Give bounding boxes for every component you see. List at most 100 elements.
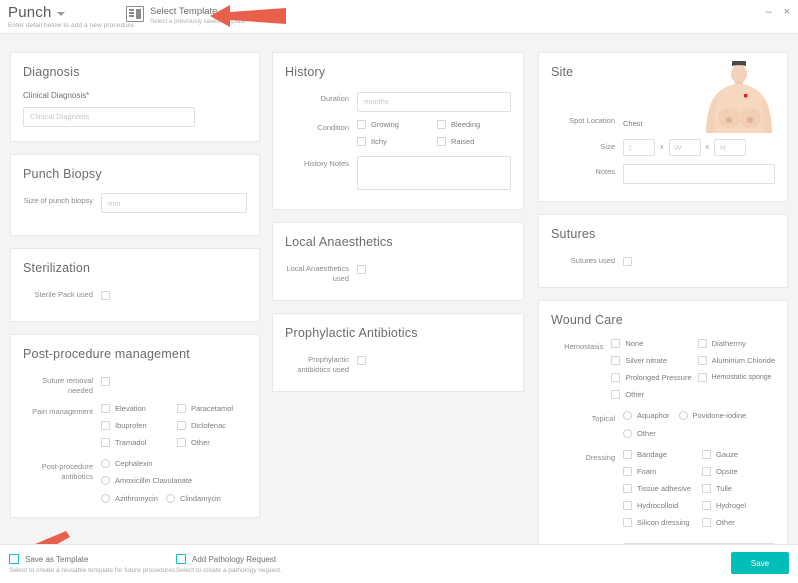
antibiotic-clindamycin-radio[interactable] [165,494,175,504]
template-chevron-down-icon[interactable] [222,11,231,15]
topical-options: Aquaphor Povidone-iodine Other [623,411,775,438]
radio-option[interactable]: Azithromycin [101,494,158,504]
dressing-opsite-checkbox[interactable] [702,467,711,476]
pain-other-checkbox[interactable] [177,438,186,448]
sutures-used-checkbox[interactable] [623,257,632,266]
checkbox-option[interactable]: Diclofenac [177,421,247,431]
pain-diclofenac-checkbox[interactable] [177,421,186,431]
dressing-silicon-dressing-checkbox[interactable] [623,518,632,527]
radio-option[interactable]: Amoxicillin Clavulanate [101,476,192,486]
save-as-template-checkbox[interactable] [9,554,19,564]
save-as-template-option[interactable]: Save as Template [9,554,177,564]
hemostasis-prolonged-pressure-checkbox[interactable] [611,373,621,382]
punch-size-input[interactable] [101,193,247,213]
checkbox-option[interactable]: Aluminum Chloride [697,356,775,365]
pain-ibuprofen-checkbox[interactable] [101,421,110,431]
local-anaesthetics-used-checkbox[interactable] [357,264,366,274]
radio-option[interactable]: Aquaphor [623,411,670,420]
topical-other-radio[interactable] [623,429,632,438]
radio-option[interactable]: Other [623,429,656,438]
dressing-hydrogel-checkbox[interactable] [702,501,711,510]
pain-elevation-checkbox[interactable] [101,404,110,414]
dressing-hydrocolloid-checkbox[interactable] [623,501,632,510]
checkbox-option[interactable]: Silver nitrate [611,356,691,365]
condition-growing-checkbox[interactable] [357,119,366,129]
checkbox-option[interactable]: Foam [623,467,696,476]
checkbox-option[interactable]: Hemostatic sponge [697,373,775,382]
body-diagram-icon[interactable] [701,61,777,133]
radio-option[interactable]: Povidone-iodine [678,411,746,420]
add-pathology-request-checkbox[interactable] [176,554,186,564]
checkbox-option[interactable]: Hydrocolloid [623,501,696,510]
add-pathology-request-option[interactable]: Add Pathology Request [176,554,282,564]
dressing-bandage-checkbox[interactable] [623,450,632,459]
select-template-button[interactable]: Select Template Select a previously save… [126,6,246,25]
dressing-other-checkbox[interactable] [702,518,711,527]
prophylactic-antibiotics-used-checkbox[interactable] [357,355,366,365]
checkbox-option[interactable]: Opsite [702,467,775,476]
checkbox-option[interactable]: Raised [437,136,511,146]
chevron-down-icon[interactable] [56,12,65,16]
site-notes-textarea[interactable] [623,164,775,184]
checkbox-option[interactable]: Tulle [702,484,775,493]
pain-paracetamol-checkbox[interactable] [177,404,186,414]
clinical-diagnosis-input[interactable] [23,106,195,127]
hemostasis-none-checkbox[interactable] [611,339,621,348]
dressing-tissue-adhesive-checkbox[interactable] [623,484,632,493]
checkbox-option[interactable]: Prolonged Pressure [611,373,692,382]
checkbox-option[interactable]: None [611,339,691,348]
condition-raised-checkbox[interactable] [437,136,446,146]
condition-itchy-checkbox[interactable] [357,136,366,146]
pain-tramadol-checkbox[interactable] [101,438,110,448]
close-icon[interactable]: × [784,7,790,18]
save-button[interactable]: Save [731,552,789,574]
site-size-length-input[interactable] [623,139,655,156]
radio-option[interactable]: Clindamycin [165,494,221,504]
hemostasis-silver-nitrate-checkbox[interactable] [611,356,621,365]
option-label: Cephalexin [115,459,153,469]
checkbox-option[interactable]: Bandage [623,450,696,459]
local-anaesthetics-used-label: Local Anaesthetics used [286,263,349,283]
checkbox-option[interactable]: Silicon dressing [623,518,696,527]
history-notes-textarea[interactable] [357,155,511,190]
suture-removal-checkbox[interactable] [101,377,110,386]
checkbox-option[interactable]: Elevation [101,404,171,414]
column-left: Diagnosis Clinical Diagnosis* Punch Biop… [10,52,260,530]
checkbox-option[interactable]: Hydrogel [702,501,775,510]
checkbox-option[interactable]: Other [702,518,775,527]
hemostasis-diathermy-checkbox[interactable] [697,339,707,348]
sutures-used-row: Sutures used [551,253,775,271]
topical-povidone-iodine-radio[interactable] [678,411,688,420]
hemostasis-row: Hemostasis None Diathermy Silver nitrate… [551,339,775,399]
site-size-height-input[interactable] [714,139,746,156]
checkbox-option[interactable]: Tissue adhesive [623,484,696,493]
checkbox-option[interactable]: Diathermy [697,339,775,348]
condition-bleeding-checkbox[interactable] [437,119,446,129]
checkbox-option[interactable]: Paracetamol [177,404,247,414]
checkbox-option[interactable]: Ibuprofen [101,421,171,431]
checkbox-option[interactable]: Other [611,390,691,399]
site-size-inputs: x x [623,139,775,156]
checkbox-option[interactable]: Growing [357,119,431,129]
site-size-width-input[interactable] [668,139,701,156]
sterile-pack-checkbox[interactable] [101,291,110,300]
antibiotic-amoxicillin-clavulanate-radio[interactable] [101,476,110,486]
dressing-gauze-checkbox[interactable] [702,450,711,459]
antibiotic-cephalexin-radio[interactable] [101,459,110,469]
hemostasis-other-checkbox[interactable] [611,390,621,399]
checkbox-option[interactable]: Gauze [702,450,775,459]
dressing-tulle-checkbox[interactable] [702,484,711,493]
topical-aquaphor-radio[interactable] [623,411,632,420]
radio-option[interactable]: Cephalexin [101,459,153,469]
procedure-title-dropdown[interactable]: Punch [8,4,136,21]
hemostasis-aluminum-chloride-checkbox[interactable] [697,356,707,365]
checkbox-option[interactable]: Other [177,438,247,448]
checkbox-option[interactable]: Bleeding [437,119,511,129]
antibiotic-azithromycin-radio[interactable] [101,494,110,504]
hemostasis-hemostatic-sponge-checkbox[interactable] [697,373,707,382]
checkbox-option[interactable]: Itchy [357,136,431,146]
duration-input[interactable] [357,91,511,112]
minimize-icon[interactable]: – [765,7,771,18]
dressing-foam-checkbox[interactable] [623,467,632,476]
checkbox-option[interactable]: Tramadol [101,438,171,448]
